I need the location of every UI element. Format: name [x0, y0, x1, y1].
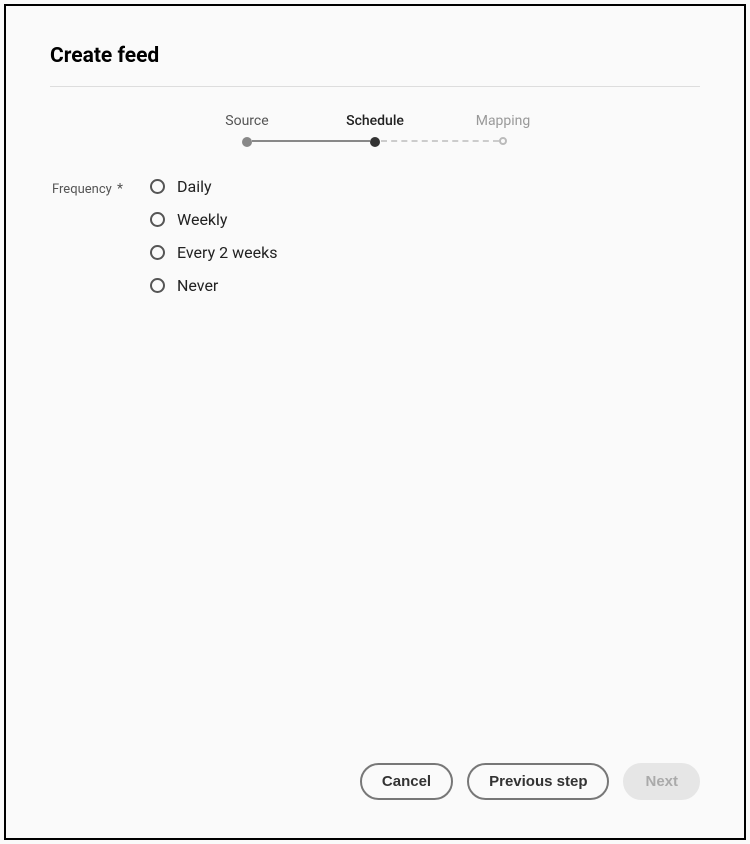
step-connector-solid — [252, 140, 370, 142]
dialog-footer: Cancel Previous step Next — [6, 763, 744, 838]
frequency-label: Frequency * — [50, 177, 150, 197]
step-dot-active-icon — [370, 137, 380, 147]
step-dot-completed-icon — [242, 137, 252, 147]
radio-icon — [150, 179, 165, 194]
step-label-mapping: Mapping — [476, 113, 531, 129]
radio-label: Never — [177, 276, 218, 295]
radio-icon — [150, 278, 165, 293]
radio-label: Weekly — [177, 210, 228, 229]
wizard-stepper: Source Schedule Mapping — [50, 113, 700, 147]
frequency-radio-group: Daily Weekly Every 2 weeks Never — [150, 177, 277, 295]
frequency-label-text: Frequency — [52, 182, 112, 197]
radio-option-weekly[interactable]: Weekly — [150, 210, 277, 229]
frequency-field: Frequency * Daily Weekly Every 2 weeks — [50, 177, 700, 295]
radio-option-every-2-weeks[interactable]: Every 2 weeks — [150, 243, 277, 262]
required-asterisk-icon: * — [117, 181, 123, 197]
radio-icon — [150, 212, 165, 227]
step-dot-pending-icon — [499, 137, 507, 145]
dialog-title: Create feed — [50, 44, 700, 68]
next-button[interactable]: Next — [623, 763, 700, 800]
divider — [50, 86, 700, 87]
step-connector-dashed — [381, 140, 499, 142]
previous-step-button[interactable]: Previous step — [467, 763, 609, 800]
step-label-schedule: Schedule — [346, 113, 404, 129]
cancel-button[interactable]: Cancel — [360, 763, 453, 800]
dialog-content: Create feed Source Schedule Mapping Freq… — [6, 6, 744, 763]
radio-label: Daily — [177, 177, 212, 196]
radio-icon — [150, 245, 165, 260]
radio-label: Every 2 weeks — [177, 243, 277, 262]
radio-option-daily[interactable]: Daily — [150, 177, 277, 196]
radio-option-never[interactable]: Never — [150, 276, 277, 295]
create-feed-dialog: Create feed Source Schedule Mapping Freq… — [4, 4, 746, 840]
step-label-source: Source — [225, 113, 268, 129]
